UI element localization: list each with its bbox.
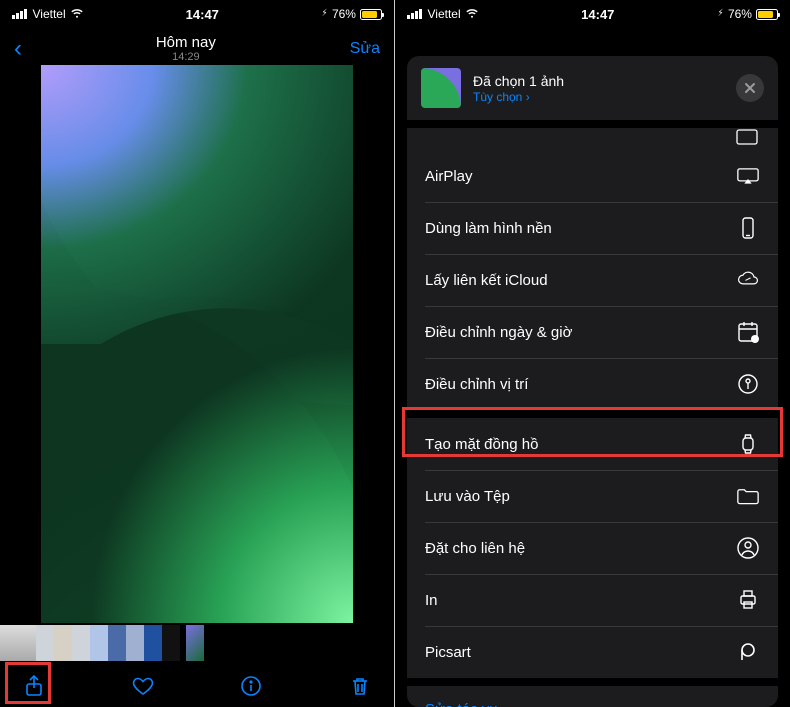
status-bar: Viettel 14:47 ⚡︎ 76%: [0, 0, 394, 28]
thumbnail[interactable]: [90, 625, 108, 661]
edit-actions-button[interactable]: Sửa tác vụ...: [407, 686, 778, 707]
thumbnail[interactable]: [108, 625, 126, 661]
current-photo: [41, 65, 353, 623]
clock: 14:47: [186, 7, 219, 22]
action-set-wallpaper[interactable]: Dùng làm hình nền: [407, 202, 778, 254]
charging-icon: ⚡︎: [322, 9, 328, 19]
clock: 14:47: [581, 7, 614, 22]
thumbnail[interactable]: [144, 625, 162, 661]
share-sheet-thumb: [421, 68, 461, 108]
bottom-toolbar: [0, 663, 394, 707]
share-sheet-title: Đã chọn 1 ảnh: [473, 73, 564, 89]
action-adjust-datetime[interactable]: Điều chỉnh ngày & giờ: [407, 306, 778, 358]
share-sheet-header: Đã chọn 1 ảnh Tùy chọn ›: [407, 56, 778, 120]
wifi-icon: [465, 9, 479, 19]
photo-viewer-screen: Viettel 14:47 ⚡︎ 76% ‹ Hôm nay 14:29 Sửa: [0, 0, 395, 707]
share-sheet-screen: Viettel 14:47 ⚡︎ 76% Đã chọn 1 ảnh Tùy c…: [395, 0, 790, 707]
actions-group-1: AirPlay Dùng làm hình nền Lấy liên kết i…: [407, 150, 778, 410]
actions-group-2: Tạo mặt đồng hồ Lưu vào Tệp Đặt cho liên…: [407, 418, 778, 678]
watch-face-highlight-callout: [402, 407, 783, 457]
action-picsart[interactable]: Picsart: [407, 626, 778, 678]
share-sheet-options[interactable]: Tùy chọn ›: [473, 90, 564, 104]
print-icon: [736, 589, 760, 611]
battery-percent: 76%: [332, 7, 356, 21]
calendar-icon: [736, 321, 760, 343]
battery-percent: 76%: [728, 7, 752, 21]
thumbnail[interactable]: [54, 625, 72, 661]
thumbnail[interactable]: [72, 625, 90, 661]
thumbnail-selected[interactable]: [186, 625, 204, 661]
edit-button[interactable]: Sửa: [350, 40, 380, 58]
thumbnail[interactable]: [36, 625, 54, 661]
favorite-heart-icon[interactable]: [131, 674, 155, 698]
battery-icon: [360, 9, 382, 20]
contact-icon: [736, 537, 760, 559]
folder-icon: [736, 485, 760, 507]
battery-icon: [756, 9, 778, 20]
wifi-icon: [70, 9, 84, 19]
cellular-signal-icon: [12, 9, 27, 19]
info-icon[interactable]: [239, 674, 263, 698]
status-bar: Viettel 14:47 ⚡︎ 76%: [395, 0, 790, 28]
location-pin-icon: [736, 373, 760, 395]
share-sheet: Đã chọn 1 ảnh Tùy chọn › AirPlay Dùng l: [407, 56, 778, 707]
cloud-link-icon: [736, 269, 760, 291]
action-save-to-files[interactable]: Lưu vào Tệp: [407, 470, 778, 522]
iphone-icon: [736, 217, 760, 239]
airplay-icon: [736, 165, 760, 187]
cellular-signal-icon: [407, 9, 422, 19]
nav-title: Hôm nay: [22, 34, 350, 51]
nav-bar: ‹ Hôm nay 14:29 Sửa: [0, 28, 394, 65]
thumbnail[interactable]: [162, 625, 180, 661]
action-airplay[interactable]: AirPlay: [407, 150, 778, 202]
action-icloud-link[interactable]: Lấy liên kết iCloud: [407, 254, 778, 306]
share-highlight-callout: [5, 662, 51, 704]
carrier-label: Viettel: [428, 7, 461, 21]
nav-subtitle: 14:29: [22, 51, 350, 63]
peek-prev-icon: [734, 127, 760, 147]
close-icon[interactable]: [736, 74, 764, 102]
charging-icon: ⚡︎: [718, 9, 724, 19]
action-print[interactable]: In: [407, 574, 778, 626]
thumbnail-strip[interactable]: [0, 623, 394, 663]
carrier-label: Viettel: [33, 7, 66, 21]
thumbnail[interactable]: [126, 625, 144, 661]
back-chevron-icon[interactable]: ‹: [14, 37, 22, 61]
thumbnail[interactable]: [0, 625, 36, 661]
photo-viewer[interactable]: [0, 65, 394, 623]
action-adjust-location[interactable]: Điều chỉnh vị trí: [407, 358, 778, 410]
action-assign-contact[interactable]: Đặt cho liên hệ: [407, 522, 778, 574]
trash-icon[interactable]: [348, 674, 372, 698]
picsart-icon: [736, 641, 760, 663]
